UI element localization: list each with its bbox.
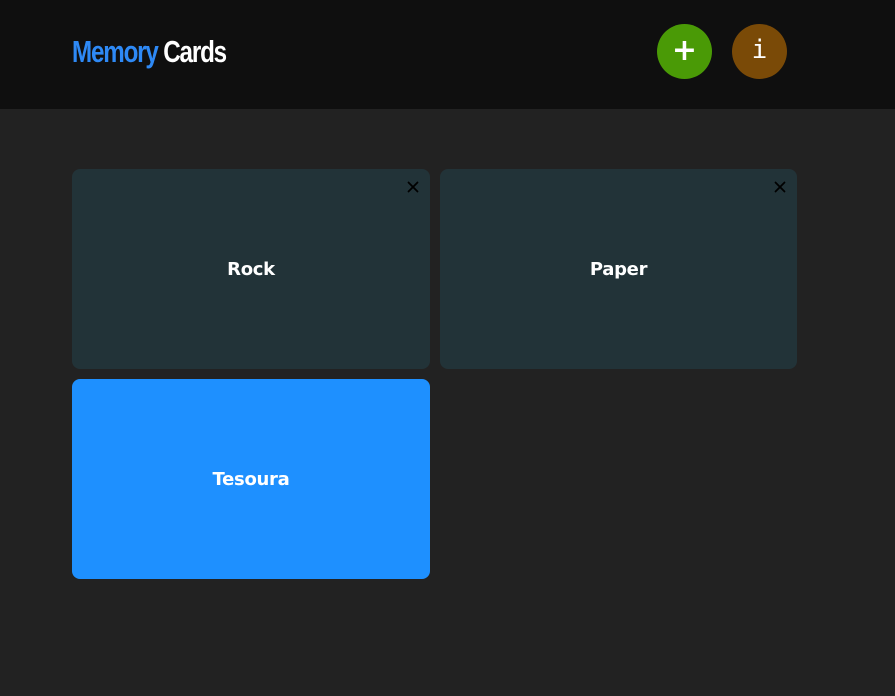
memory-card-rock[interactable]: Rock: [72, 169, 430, 369]
memory-card-paper[interactable]: Paper: [440, 169, 797, 369]
app-logo: Memory Cards: [72, 32, 227, 72]
logo-word-cards: Cards: [163, 34, 227, 69]
close-icon[interactable]: [406, 180, 420, 194]
card-label: Rock: [227, 258, 275, 280]
info-icon: i: [751, 34, 768, 65]
plus-icon: +: [671, 32, 698, 68]
memory-card-tesoura[interactable]: Tesoura: [72, 379, 430, 579]
info-button[interactable]: i: [732, 24, 787, 79]
logo-word-memory: Memory: [72, 34, 159, 69]
add-card-button[interactable]: +: [657, 24, 712, 79]
card-label: Paper: [589, 258, 648, 280]
card-label: Tesoura: [212, 468, 290, 490]
app-header: Memory Cards + i: [0, 0, 895, 109]
close-icon[interactable]: [773, 180, 787, 194]
